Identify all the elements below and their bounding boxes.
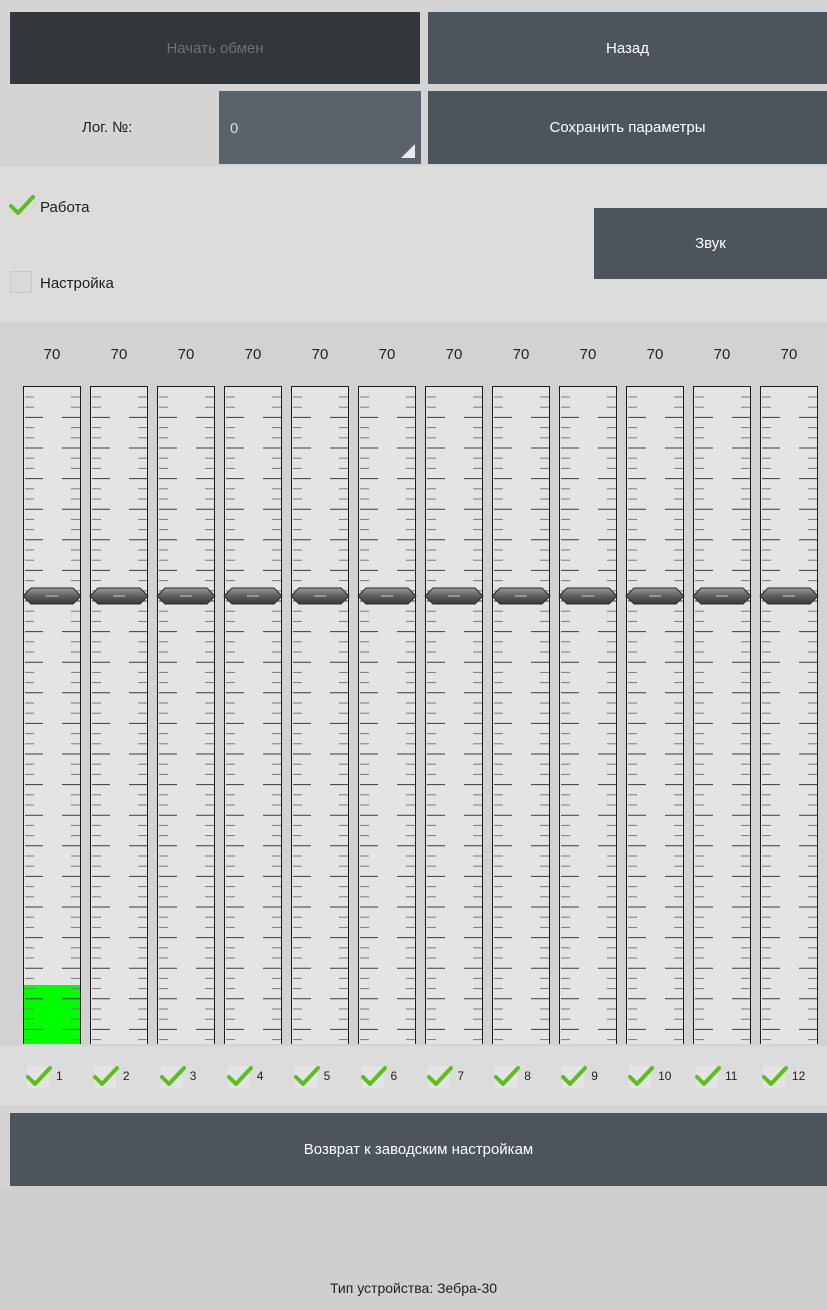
channel-number: 1 (56, 1069, 63, 1083)
channel-slider-track[interactable] (492, 386, 550, 1044)
channel-checkbox[interactable] (92, 1066, 119, 1088)
checkmark-icon (494, 1066, 521, 1086)
log-number-label: Лог. №: (82, 119, 133, 136)
slider-thumb[interactable] (424, 587, 484, 605)
channel-checkbox[interactable] (494, 1066, 521, 1088)
slider-thumb[interactable] (625, 587, 685, 605)
setup-label: Настройка (40, 275, 114, 292)
channel-value: 70 (579, 346, 597, 363)
slider-thumb[interactable] (759, 587, 819, 605)
channel-slider-track[interactable] (693, 386, 751, 1044)
channel-slider-track[interactable] (23, 386, 81, 1044)
log-number-value: 0 (230, 120, 239, 137)
channel-number: 12 (791, 1069, 806, 1083)
channel-value: 70 (110, 346, 128, 363)
channel-value: 70 (43, 346, 61, 363)
channel-slider-track[interactable] (760, 386, 818, 1044)
channel-number: 5 (323, 1069, 331, 1083)
checkmark-icon (761, 1066, 788, 1086)
channel-value: 70 (378, 346, 396, 363)
device-type-label: Тип устройства: Зебра-30 (329, 1280, 498, 1296)
checkmark-icon (561, 1066, 588, 1086)
slider-thumb[interactable] (89, 587, 149, 605)
channel-value: 70 (244, 346, 262, 363)
factory-reset-button[interactable]: Возврат к заводским настройкам (10, 1113, 827, 1186)
channel-number: 10 (658, 1069, 672, 1083)
sound-button[interactable]: Звук (594, 208, 827, 279)
channel-checkbox[interactable] (226, 1066, 253, 1088)
slider-thumb[interactable] (22, 587, 82, 605)
slider-thumb[interactable] (692, 587, 752, 605)
setup-checkbox[interactable] (10, 271, 32, 293)
log-number-select[interactable]: 0 (219, 91, 421, 164)
checkmark-icon (427, 1066, 454, 1086)
channel-slider-track[interactable] (157, 386, 215, 1044)
slider-thumb[interactable] (357, 587, 417, 605)
slider-thumb[interactable] (558, 587, 618, 605)
channel-value: 70 (646, 346, 664, 363)
checkmark-icon (159, 1066, 186, 1086)
dropdown-corner-icon (401, 144, 415, 158)
channel-slider-track[interactable] (224, 386, 282, 1044)
checkmark-icon (92, 1066, 119, 1086)
channel-checkbox[interactable] (427, 1066, 454, 1088)
slider-thumb[interactable] (491, 587, 551, 605)
checkmark-icon (695, 1066, 721, 1086)
slider-thumb[interactable] (290, 587, 350, 605)
channel-value: 70 (713, 346, 731, 363)
channel-slider-track[interactable] (358, 386, 416, 1044)
channel-slider-track[interactable] (559, 386, 617, 1044)
channel-number: 2 (122, 1069, 130, 1083)
channel-slider-track[interactable] (291, 386, 349, 1044)
channel-checkbox[interactable] (561, 1066, 588, 1088)
checkmark-icon (293, 1066, 320, 1086)
channel-value: 70 (445, 346, 463, 363)
channel-checkbox[interactable] (26, 1066, 52, 1088)
channel-number: 4 (256, 1069, 264, 1083)
channel-checkbox[interactable] (761, 1066, 788, 1088)
channel-checkbox[interactable] (695, 1066, 721, 1088)
slider-thumb[interactable] (223, 587, 283, 605)
work-checkbox[interactable] (9, 195, 35, 217)
checkmark-icon (26, 1066, 52, 1086)
channel-number: 11 (725, 1069, 738, 1083)
channel-value: 70 (512, 346, 530, 363)
save-params-button[interactable]: Сохранить параметры (428, 91, 827, 164)
work-label: Работа (40, 199, 90, 216)
channel-value: 70 (780, 346, 798, 363)
channel-checkbox[interactable] (293, 1066, 320, 1088)
slider-thumb[interactable] (156, 587, 216, 605)
channel-number: 8 (524, 1069, 531, 1083)
channel-checkbox[interactable] (628, 1066, 655, 1088)
channel-slider-track[interactable] (626, 386, 684, 1044)
checkmark-icon (628, 1066, 655, 1086)
channel-checkbox[interactable] (360, 1066, 387, 1088)
channel-number: 7 (457, 1069, 465, 1083)
channel-number: 6 (390, 1069, 398, 1083)
checkmark-icon (9, 195, 35, 215)
back-button[interactable]: Назад (428, 12, 827, 84)
channel-value: 70 (311, 346, 329, 363)
channel-number: 9 (591, 1069, 598, 1083)
channel-slider-track[interactable] (425, 386, 483, 1044)
channel-number: 3 (189, 1069, 197, 1083)
channel-value: 70 (177, 346, 195, 363)
checkmark-icon (360, 1066, 387, 1086)
start-exchange-button[interactable]: Начать обмен (10, 12, 420, 84)
channel-slider-track[interactable] (90, 386, 148, 1044)
channel-checkbox[interactable] (159, 1066, 186, 1088)
checkmark-icon (226, 1066, 253, 1086)
